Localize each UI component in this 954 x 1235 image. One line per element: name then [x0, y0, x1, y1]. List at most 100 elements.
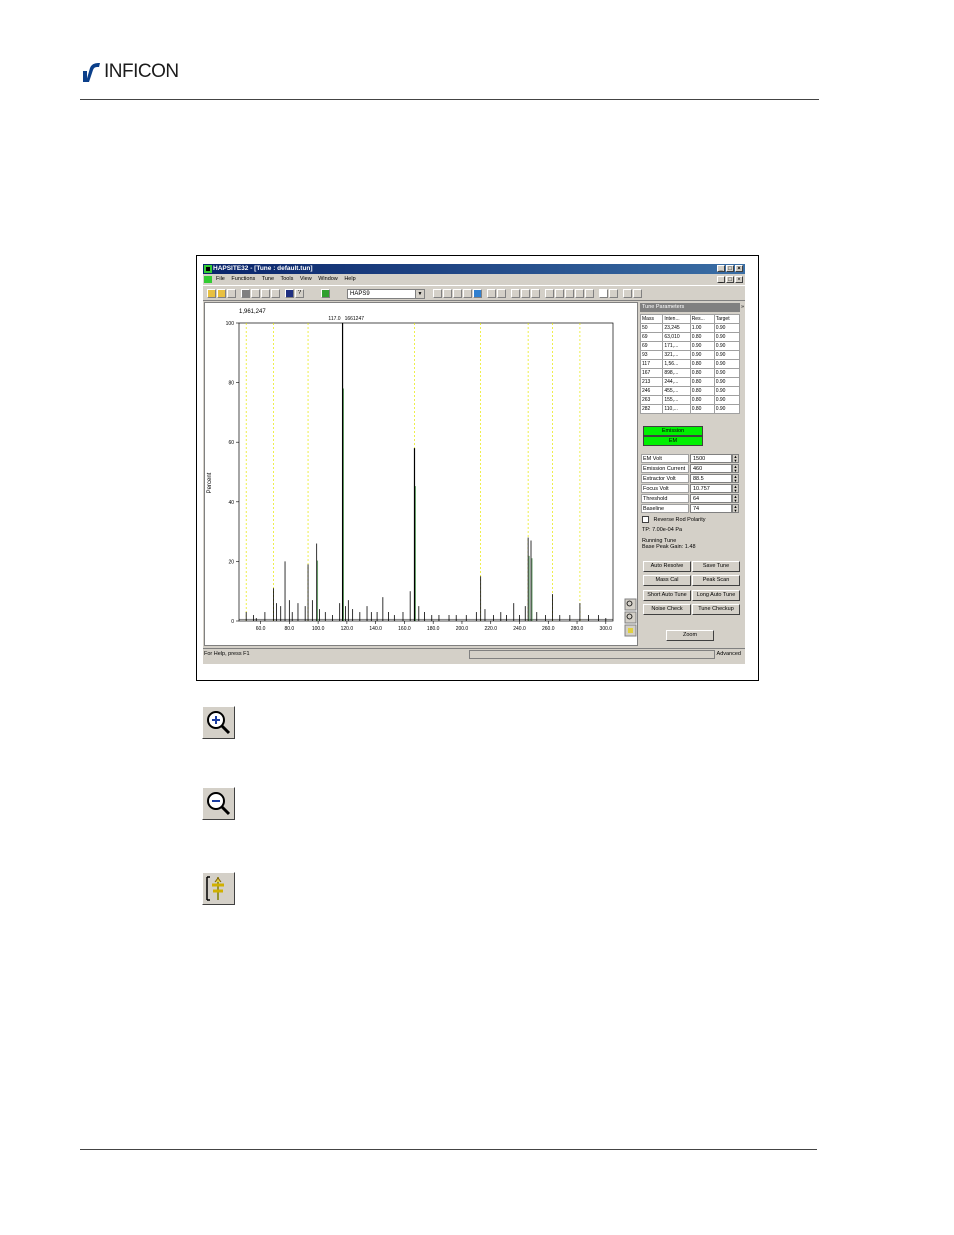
param-value-input[interactable]: 1500: [690, 454, 732, 463]
col-mass: Mass: [639, 314, 664, 324]
param-spinner[interactable]: ▲ ▼: [732, 464, 739, 473]
param-value-input[interactable]: 88.5: [690, 474, 732, 483]
emission-button[interactable]: Emission: [643, 426, 703, 436]
panel-close-icon[interactable]: »: [741, 303, 744, 312]
param-spinner[interactable]: ▲ ▼: [732, 504, 739, 513]
tool-icon-11[interactable]: [555, 289, 564, 298]
tool-icon-2[interactable]: [443, 289, 452, 298]
param-value-input[interactable]: 74: [690, 504, 732, 513]
instrument-icon[interactable]: [321, 289, 330, 298]
tool-icon-3[interactable]: [453, 289, 462, 298]
new-icon[interactable]: [207, 289, 216, 298]
short-auto-tune-button[interactable]: Short Auto Tune: [643, 590, 691, 601]
chevron-down-icon[interactable]: ▼: [415, 290, 424, 298]
tune-table-row[interactable]: 117 1,56... 0.80 0.90: [639, 359, 741, 369]
tune-icon[interactable]: [633, 289, 642, 298]
tune-table-row[interactable]: 69 171,... 0.90 0.90: [639, 341, 741, 351]
tune-checkup-button[interactable]: Tune Checkup: [692, 604, 740, 615]
menu-view[interactable]: View: [300, 276, 312, 282]
zoom-in-small-icon[interactable]: [624, 598, 637, 611]
minimize-button[interactable]: _: [717, 265, 725, 272]
tool-icon-15[interactable]: [599, 289, 608, 298]
menu-tune[interactable]: Tune: [262, 276, 274, 282]
save-icon[interactable]: [241, 289, 250, 298]
tool-icon-5[interactable]: [473, 289, 482, 298]
col-target: Target: [713, 314, 741, 324]
menu-file[interactable]: File: [216, 276, 225, 282]
tune-table-row[interactable]: 69 63,010 0.80 0.90: [639, 332, 741, 342]
tune-table-row[interactable]: 263 155,... 0.80 0.90: [639, 395, 741, 405]
y-tick-label: 0: [231, 619, 234, 625]
x-tick-label: 160.0: [398, 626, 411, 632]
tune-table-cell: 455,...: [662, 386, 691, 396]
long-auto-tune-button[interactable]: Long Auto Tune: [692, 590, 740, 601]
tool-icon-8[interactable]: [511, 289, 520, 298]
library-icon[interactable]: [261, 289, 270, 298]
mass-cal-button[interactable]: Mass Cal: [643, 575, 691, 586]
open-file-icon[interactable]: [227, 289, 236, 298]
tool-icon-1[interactable]: [433, 289, 442, 298]
tool-icon-13[interactable]: [575, 289, 584, 298]
close-button[interactable]: ×: [735, 265, 743, 272]
tool-icon-4[interactable]: [463, 289, 472, 298]
help-icon[interactable]: ?: [295, 289, 304, 298]
doc-close-button[interactable]: ×: [735, 276, 743, 283]
menu-tools[interactable]: Tools: [280, 276, 293, 282]
tune-table-header: Mass Inten... Res... Target: [639, 314, 741, 324]
y-tick-label: 20: [228, 559, 234, 565]
em-button[interactable]: EM: [643, 436, 703, 446]
tool-icon-7[interactable]: [497, 289, 506, 298]
method-combo[interactable]: HAPS9 ▼: [347, 289, 425, 299]
tune-table-row[interactable]: 282 110,... 0.80 0.90: [639, 404, 741, 414]
tune-table-row[interactable]: 246 455,... 0.80 0.90: [639, 386, 741, 396]
tool-icon-16[interactable]: [609, 289, 618, 298]
menu-window[interactable]: Window: [318, 276, 338, 282]
param-value-input[interactable]: 64: [690, 494, 732, 503]
menu-functions[interactable]: Functions: [231, 276, 255, 282]
tune-table-row[interactable]: 213 244,... 0.80 0.90: [639, 377, 741, 387]
tool-icon-14[interactable]: [585, 289, 594, 298]
param-value-input[interactable]: 460: [690, 464, 732, 473]
y-tick-label: 80: [228, 381, 234, 387]
tune-table-row[interactable]: 93 321,... 0.90 0.90: [639, 350, 741, 360]
zoom-out-small-icon[interactable]: [624, 611, 637, 624]
param-value-input[interactable]: 10.757: [690, 484, 732, 493]
x-tick-label: 200.0: [456, 626, 469, 632]
tune-table-row[interactable]: 167 898,... 0.80 0.90: [639, 368, 741, 378]
print-icon[interactable]: [271, 289, 280, 298]
logo-text: INFICON: [104, 61, 179, 82]
spectrum-plot[interactable]: 1,961,247 117.0 1661247 Percent 0 20 40 60 8…: [204, 302, 638, 646]
tune-table-row[interactable]: 50 23,245 1.00 0.90: [639, 323, 741, 333]
open-icon[interactable]: [217, 289, 226, 298]
doc-minimize-button[interactable]: _: [717, 276, 725, 283]
param-spinner[interactable]: ▲ ▼: [732, 494, 739, 503]
screenshot-frame: HAPSITE32 - [Tune : default.tun] _ □ × F…: [196, 255, 759, 681]
auto-resolve-button[interactable]: Auto Resolve: [643, 561, 691, 572]
magnify-icon[interactable]: [521, 289, 530, 298]
zoom-reset-icon: [202, 872, 235, 905]
reverse-rod-row[interactable]: Reverse Rod Polarity: [642, 516, 706, 523]
maximize-button[interactable]: □: [726, 265, 734, 272]
col-resolution: Res...: [689, 314, 715, 324]
reverse-rod-checkbox[interactable]: [642, 516, 649, 523]
save-tune-button[interactable]: Save Tune: [692, 561, 740, 572]
param-spinner[interactable]: ▲ ▼: [732, 454, 739, 463]
tool-icon-10[interactable]: [545, 289, 554, 298]
tool-icon-6[interactable]: [487, 289, 496, 298]
tool-icon-12[interactable]: [565, 289, 574, 298]
app-icon: [204, 265, 212, 273]
scan-icon[interactable]: [623, 289, 632, 298]
param-spinner[interactable]: ▲ ▼: [732, 474, 739, 483]
method-icon[interactable]: [251, 289, 260, 298]
tool-icon-9[interactable]: [531, 289, 540, 298]
tune-table-cell: 0.90: [713, 404, 741, 414]
param-spinner[interactable]: ▲ ▼: [732, 484, 739, 493]
zoom-button[interactable]: Zoom: [666, 630, 714, 641]
peak-scan-button[interactable]: Peak Scan: [692, 575, 740, 586]
tune-table-cell: 0.80: [689, 395, 715, 405]
doc-restore-button[interactable]: □: [726, 276, 734, 283]
noise-check-button[interactable]: Noise Check: [643, 604, 691, 615]
menu-help[interactable]: Help: [344, 276, 355, 282]
about-icon[interactable]: [285, 289, 294, 298]
tune-table-cell: 0.90: [713, 323, 741, 333]
